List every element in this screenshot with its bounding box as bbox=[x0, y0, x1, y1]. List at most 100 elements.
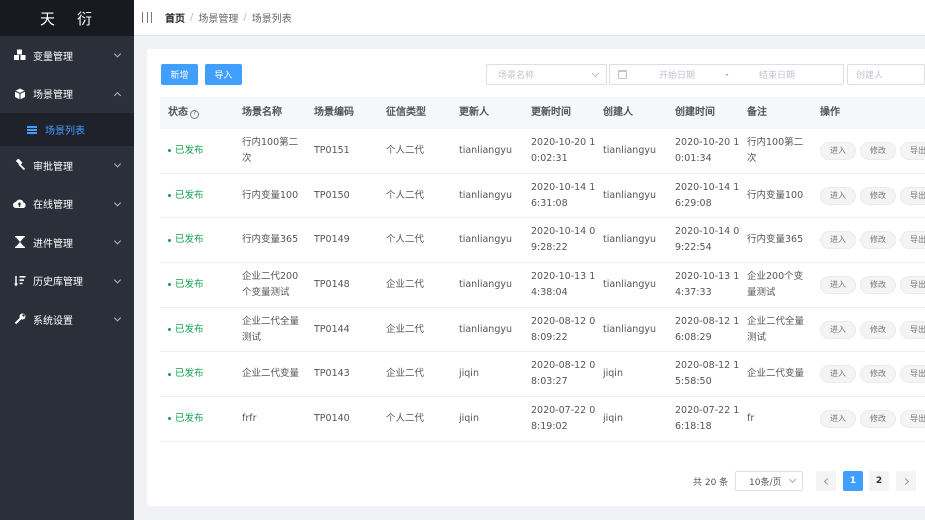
column-header-credit-type: 征信类型 bbox=[386, 107, 426, 118]
top-header: 首页 / 场景管理 / 场景列表 bbox=[134, 0, 925, 36]
next-page-button[interactable] bbox=[896, 471, 916, 491]
creator-input[interactable]: 创建人 bbox=[847, 64, 925, 85]
credit-type-cell: 企业二代 bbox=[386, 323, 425, 335]
breadcrumb-scene-management[interactable]: 场景管理 bbox=[198, 10, 238, 25]
enter-button[interactable]: 进入 bbox=[820, 365, 856, 384]
page-button-2[interactable]: 2 bbox=[869, 471, 889, 491]
export-button[interactable]: 导出 bbox=[900, 365, 925, 384]
edit-button[interactable]: 修改 bbox=[860, 365, 896, 384]
update-time-cell: 2020-10-14 1 6:31:08 bbox=[531, 181, 596, 209]
edit-button[interactable]: 修改 bbox=[860, 186, 896, 205]
update-time-cell: 2020-08-12 0 8:09:22 bbox=[531, 315, 596, 343]
page-button-1[interactable]: 1 bbox=[843, 471, 863, 491]
updater-cell: tianliangyu bbox=[459, 144, 513, 156]
page-size-select[interactable]: 10条/页 bbox=[735, 471, 803, 491]
actions-cell: 进入 修改 导出 bbox=[820, 365, 925, 384]
start-date-input[interactable]: 开始日期 bbox=[637, 68, 717, 81]
status-dot bbox=[168, 149, 171, 153]
sidebar-item-label: 进件管理 bbox=[33, 238, 73, 250]
cloud-upload-icon bbox=[13, 197, 26, 210]
actions-cell: 进入 修改 导出 bbox=[820, 141, 925, 160]
sidebar-item-system-settings[interactable]: 系统设置 bbox=[0, 300, 134, 339]
list-icon bbox=[27, 125, 37, 134]
export-button[interactable]: 导出 bbox=[900, 320, 925, 339]
enter-button[interactable]: 进入 bbox=[820, 141, 856, 160]
sort-list-icon bbox=[13, 274, 26, 287]
status-badge: 已发布 bbox=[160, 366, 242, 382]
edit-button[interactable]: 修改 bbox=[860, 141, 896, 160]
credit-type-cell: 企业二代 bbox=[386, 278, 425, 290]
scene-code-cell: TP0149 bbox=[314, 234, 350, 246]
creator-cell: tianliangyu bbox=[603, 144, 657, 156]
enter-button[interactable]: 进入 bbox=[820, 409, 856, 428]
status-dot bbox=[168, 328, 171, 332]
sidebar-item-approval-management[interactable]: 审批管理 bbox=[0, 146, 134, 185]
edit-button[interactable]: 修改 bbox=[860, 275, 896, 294]
remark-cell: 行内变量100 bbox=[747, 189, 804, 201]
sidebar-item-variable-management[interactable]: 变量管理 bbox=[0, 36, 134, 75]
enter-button[interactable]: 进入 bbox=[820, 275, 856, 294]
hammer-icon bbox=[13, 159, 26, 172]
creator-cell: jiqin bbox=[603, 368, 623, 380]
updater-cell: tianliangyu bbox=[459, 323, 513, 335]
cube-icon bbox=[13, 87, 26, 100]
table-header: 状态? 场景名称 场景编码 征信类型 更新人 更新时间 创建人 创建时间 备注 … bbox=[160, 97, 925, 129]
sidebar-item-history-management[interactable]: 历史库管理 bbox=[0, 262, 134, 301]
sidebar-item-label: 变量管理 bbox=[33, 51, 73, 63]
table-row: 已发布 frfr TP0140 个人二代 jiqin 2020-07-22 0 8:19:0… bbox=[160, 397, 925, 442]
edit-button[interactable]: 修改 bbox=[860, 320, 896, 339]
updater-cell: jiqin bbox=[459, 368, 479, 380]
remark-cell: 企业200个变 量测试 bbox=[747, 270, 804, 298]
sidebar-item-scene-management[interactable]: 场景管理 bbox=[0, 75, 134, 114]
sidebar-toggle-icon[interactable] bbox=[142, 12, 152, 23]
scene-code-cell: TP0144 bbox=[314, 323, 350, 335]
export-button[interactable]: 导出 bbox=[900, 409, 925, 428]
enter-button[interactable]: 进入 bbox=[820, 320, 856, 339]
column-header-remark: 备注 bbox=[747, 107, 767, 118]
sidebar-item-online-management[interactable]: 在线管理 bbox=[0, 185, 134, 224]
pagination-total: 共 20 条 bbox=[693, 478, 729, 488]
sidebar-item-application-management[interactable]: 进件管理 bbox=[0, 223, 134, 262]
table-row: 已发布 行内变量365 TP0149 个人二代 tianliangyu 2020-10-1… bbox=[160, 218, 925, 264]
end-date-input[interactable]: 结束日期 bbox=[737, 68, 817, 81]
export-button[interactable]: 导出 bbox=[900, 186, 925, 205]
column-header-create-time: 创建时间 bbox=[675, 107, 715, 118]
export-button[interactable]: 导出 bbox=[900, 141, 925, 160]
scene-name-cell: 行内100第二次 bbox=[242, 136, 299, 164]
updater-cell: tianliangyu bbox=[459, 189, 513, 201]
export-button[interactable]: 导出 bbox=[900, 231, 925, 250]
import-button[interactable]: 导入 bbox=[205, 64, 242, 85]
edit-button[interactable]: 修改 bbox=[860, 231, 896, 250]
scene-name-placeholder: 场景名称 bbox=[498, 71, 535, 81]
status-dot bbox=[168, 372, 171, 376]
breadcrumb-home[interactable]: 首页 bbox=[165, 10, 185, 25]
date-range-picker[interactable]: 开始日期 - 结束日期 bbox=[609, 64, 844, 85]
chevron-up-icon bbox=[113, 91, 122, 99]
edit-button[interactable]: 修改 bbox=[860, 409, 896, 428]
prev-page-button[interactable] bbox=[816, 471, 836, 491]
update-time-cell: 2020-07-22 0 8:19:02 bbox=[531, 404, 596, 432]
enter-button[interactable]: 进入 bbox=[820, 186, 856, 205]
column-header-update-time: 更新时间 bbox=[531, 107, 571, 118]
status-badge: 已发布 bbox=[160, 232, 242, 248]
app-logo: 天衍 bbox=[0, 0, 134, 36]
column-header-creator: 创建人 bbox=[603, 107, 633, 118]
remark-cell: 行内100第二次 bbox=[747, 136, 804, 164]
status-badge: 已发布 bbox=[160, 411, 242, 427]
question-icon[interactable]: ? bbox=[190, 109, 199, 119]
remark-cell: fr bbox=[747, 412, 755, 424]
export-button[interactable]: 导出 bbox=[900, 275, 925, 294]
chevron-down-icon bbox=[113, 50, 122, 58]
chevron-down-icon bbox=[113, 314, 122, 322]
wrench-icon bbox=[13, 313, 26, 326]
enter-button[interactable]: 进入 bbox=[820, 231, 856, 250]
updater-cell: jiqin bbox=[459, 412, 479, 424]
chevron-down-icon bbox=[113, 160, 122, 168]
sidebar-item-label: 历史库管理 bbox=[33, 277, 83, 289]
chevron-right-icon bbox=[901, 477, 909, 485]
sidebar-subitem-scene-list[interactable]: 场景列表 bbox=[0, 113, 134, 146]
table-body: 已发布 行内100第二次 TP0151 个人二代 tianliangyu 2020-10-… bbox=[160, 129, 925, 442]
scene-name-select[interactable]: 场景名称 bbox=[486, 64, 607, 85]
add-button[interactable]: 新增 bbox=[161, 64, 198, 85]
status-dot bbox=[168, 417, 171, 421]
